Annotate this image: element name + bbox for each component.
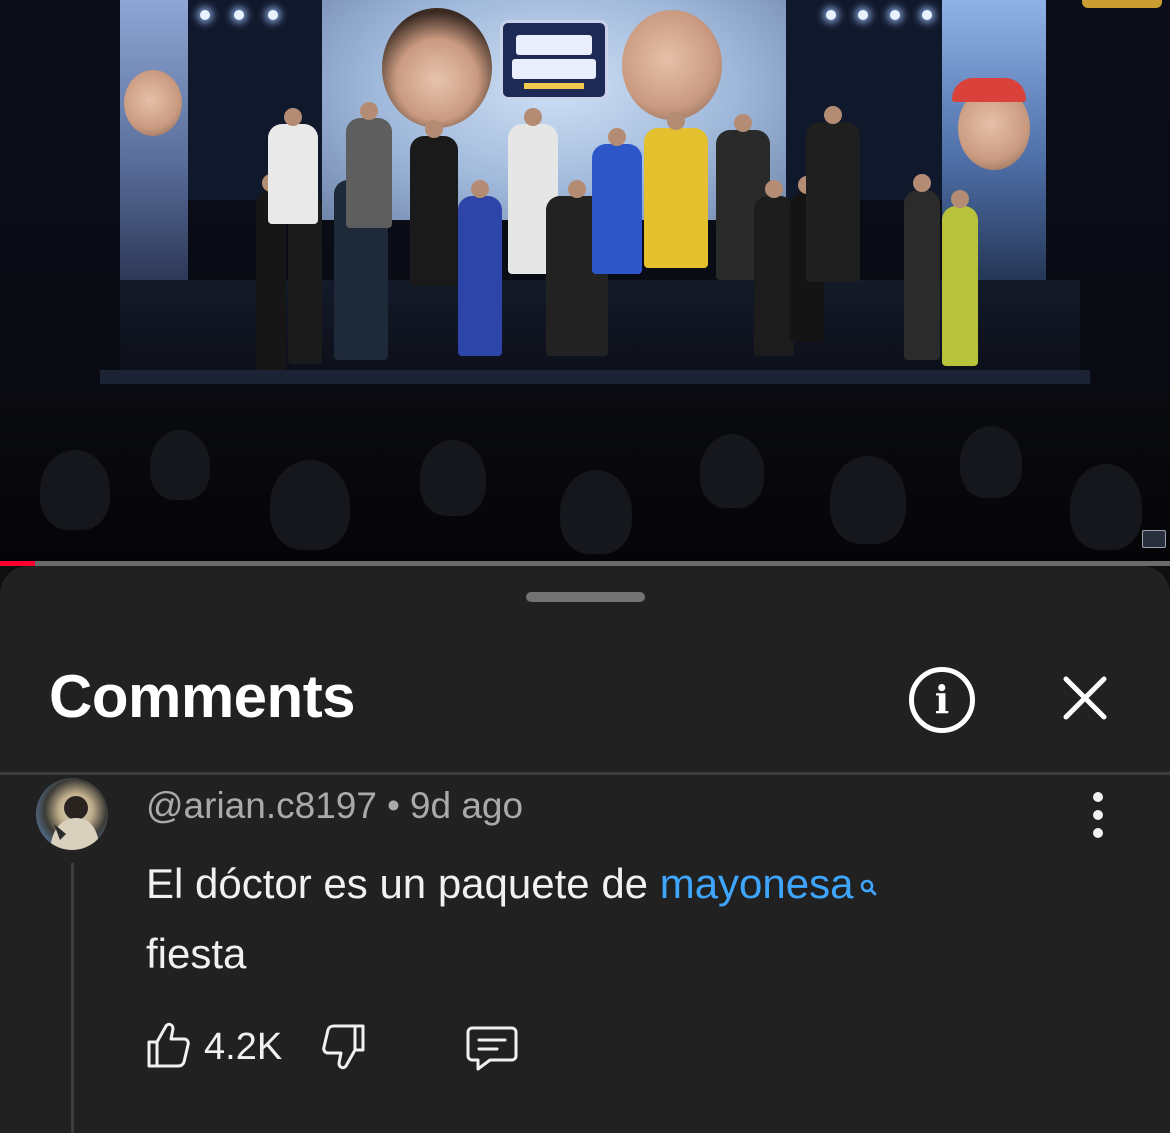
stage-screen-left (120, 0, 188, 290)
reply-comment-icon[interactable] (466, 1022, 518, 1072)
meta-separator: • (386, 785, 400, 826)
search-icon[interactable] (859, 852, 879, 920)
channel-watermark (1142, 530, 1166, 548)
close-icon[interactable] (1060, 673, 1110, 723)
comment-text-end: fiesta (146, 930, 247, 977)
liga-bazooka-logo (500, 20, 608, 100)
search-term-link[interactable]: mayonesa (660, 860, 854, 907)
audience-crowd (0, 390, 1170, 562)
comment-text-start: El dóctor es un paquete de (146, 860, 660, 907)
comment-time: 9d ago (409, 785, 524, 826)
video-player[interactable] (0, 0, 1170, 562)
thread-line (71, 863, 74, 1133)
stage-edge (100, 370, 1090, 384)
drag-handle[interactable] (526, 592, 645, 602)
info-icon[interactable]: i (909, 667, 975, 733)
thumbs-down-icon[interactable] (320, 1022, 366, 1072)
comments-sheet: Comments i @arian.c8197 • 9d ago El dóctor… (0, 566, 1170, 1133)
comment-actions: 4.2K (146, 1020, 646, 1072)
channel-badge (1082, 0, 1162, 8)
avatar[interactable] (36, 778, 108, 850)
comments-title: Comments (49, 663, 356, 730)
comment-meta: @arian.c8197 • 9d ago (146, 784, 523, 828)
header-divider (0, 772, 1170, 775)
more-vertical-icon[interactable] (1082, 792, 1114, 838)
comment-text: El dóctor es un paquete de mayonesa fies… (146, 850, 1046, 988)
thumbs-up-icon[interactable] (146, 1020, 190, 1070)
comment-author[interactable]: @arian.c8197 (146, 785, 377, 826)
like-count: 4.2K (204, 1026, 283, 1068)
